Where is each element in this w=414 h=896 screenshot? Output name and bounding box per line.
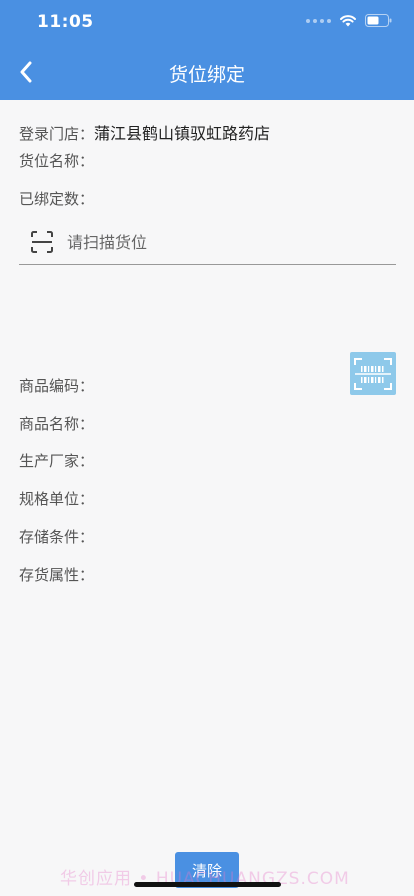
spec-unit-row: 规格单位： [19, 488, 94, 509]
spec-unit-label: 规格单位： [19, 490, 95, 508]
location-name-row: 货位名称： [19, 150, 94, 171]
nav-bar: 货位绑定 [0, 44, 414, 100]
inventory-attribute-row: 存货属性： [19, 564, 94, 585]
wifi-icon [340, 15, 356, 27]
product-name-label: 商品名称： [19, 415, 95, 433]
manufacturer-label: 生产厂家： [19, 452, 95, 470]
signal-dots-icon [306, 18, 331, 23]
product-name-row: 商品名称： [19, 413, 94, 434]
store-value: 蒲江县鹤山镇驭虹路药店 [94, 124, 271, 143]
store-label: 登录门店： [19, 125, 95, 143]
scan-frame-icon[interactable] [31, 231, 53, 253]
location-name-label: 货位名称： [19, 152, 95, 170]
barcode-scan-icon [354, 357, 392, 390]
battery-icon [365, 14, 392, 27]
barcode-scan-button[interactable] [350, 352, 396, 395]
inventory-attribute-label: 存货属性： [19, 566, 95, 584]
scan-location-input[interactable] [67, 232, 347, 252]
status-bar: 11:05 [0, 0, 414, 44]
product-code-row: 商品编码： [19, 375, 94, 396]
product-code-label: 商品编码： [19, 377, 95, 395]
scan-location-field[interactable] [19, 220, 396, 265]
manufacturer-row: 生产厂家： [19, 450, 94, 471]
home-indicator [134, 882, 281, 887]
status-icons [306, 14, 392, 27]
bound-count-label: 已绑定数： [19, 190, 95, 208]
status-time: 11:05 [37, 12, 94, 32]
store-row: 登录门店： 蒲江县鹤山镇驭虹路药店 [19, 120, 270, 144]
storage-condition-label: 存储条件： [19, 528, 95, 546]
storage-condition-row: 存储条件： [19, 526, 94, 547]
page-title: 货位绑定 [168, 64, 245, 86]
bound-count-row: 已绑定数： [19, 188, 94, 209]
app-header: 11:05 货位绑定 [0, 0, 414, 100]
